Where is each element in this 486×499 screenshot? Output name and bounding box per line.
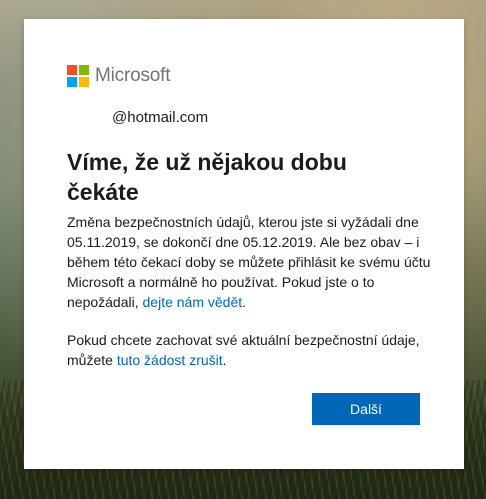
cancel-end: . bbox=[222, 352, 227, 368]
info-paragraph: Změna bezpečnostních údajů, kterou jste … bbox=[67, 212, 437, 312]
dialog-card: Microsoft @hotmail.com Víme, že už nějak… bbox=[24, 19, 464, 469]
logo-square-blue bbox=[67, 77, 77, 87]
cancel-request-link[interactable]: tuto žádost zrušit bbox=[117, 352, 223, 368]
page-title: Víme, že už nějakou dobu čekáte bbox=[67, 149, 347, 205]
brand-name: Microsoft bbox=[95, 65, 171, 86]
report-link[interactable]: dejte nám vědět bbox=[143, 294, 243, 310]
logo-square-green bbox=[79, 65, 89, 75]
cancel-paragraph: Pokud chcete zachovat své aktuální bezpe… bbox=[67, 330, 437, 370]
info-text: Změna bezpečnostních údajů, kterou jste … bbox=[67, 214, 431, 310]
next-button[interactable]: Další bbox=[312, 393, 420, 425]
info-end: . bbox=[242, 294, 247, 310]
account-identity: @hotmail.com bbox=[112, 109, 209, 126]
microsoft-logo-icon bbox=[67, 65, 89, 87]
microsoft-brand: Microsoft bbox=[67, 65, 170, 87]
logo-square-yellow bbox=[79, 77, 89, 87]
logo-square-red bbox=[67, 65, 77, 75]
